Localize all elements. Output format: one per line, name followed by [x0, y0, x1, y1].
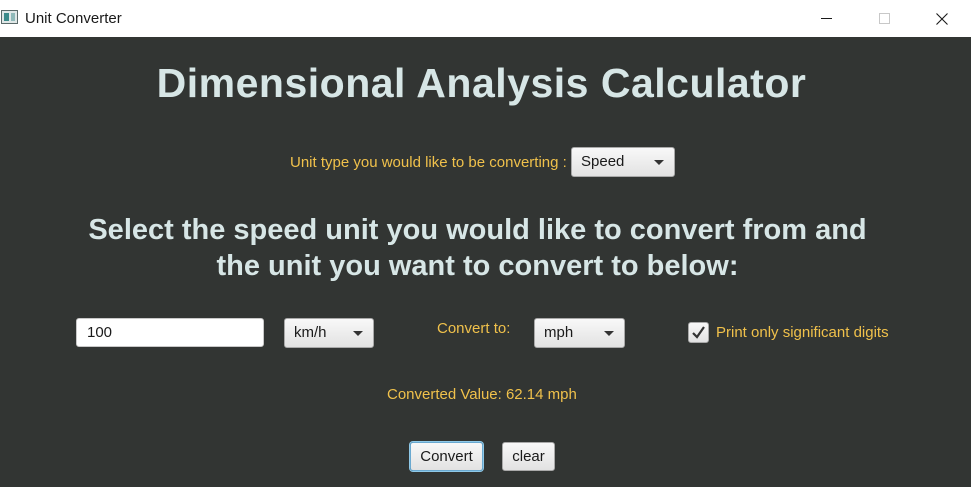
significant-digits-label[interactable]: Print only significant digits — [716, 324, 889, 341]
value-input[interactable]: 100 — [76, 318, 264, 347]
to-unit-selected-value: mph — [544, 324, 574, 341]
chevron-down-icon — [604, 331, 614, 336]
unit-type-label: Unit type you would like to be convertin… — [290, 154, 567, 171]
clear-button[interactable]: clear — [502, 442, 555, 471]
close-button[interactable] — [913, 0, 971, 37]
main-panel: Dimensional Analysis Calculator Unit typ… — [0, 37, 971, 487]
instruction-text: Select the speed unit you would like to … — [0, 212, 955, 284]
unit-type-selected-value: Speed — [581, 153, 625, 170]
convert-button[interactable]: Convert — [410, 442, 483, 471]
close-icon — [936, 12, 948, 25]
maximize-button[interactable] — [855, 0, 913, 37]
app-window-icon — [1, 10, 18, 24]
chevron-down-icon — [353, 331, 363, 336]
converted-value-text: Converted Value: 62.14 mph — [387, 386, 577, 403]
from-unit-select[interactable]: km/h — [284, 318, 374, 348]
minimize-icon — [820, 17, 832, 19]
title-bar: Unit Converter — [0, 0, 971, 37]
checkmark-icon — [692, 326, 705, 339]
chevron-down-icon — [654, 160, 664, 165]
instruction-line-1: Select the speed unit you would like to … — [88, 214, 867, 246]
minimize-button[interactable] — [797, 0, 855, 37]
to-unit-select[interactable]: mph — [534, 318, 625, 348]
instruction-line-2: the unit you want to convert to below: — [216, 250, 739, 282]
from-unit-selected-value: km/h — [294, 324, 327, 341]
window-title: Unit Converter — [25, 10, 122, 27]
significant-digits-checkbox[interactable] — [688, 322, 709, 343]
page-title: Dimensional Analysis Calculator — [156, 60, 807, 106]
convert-to-label: Convert to: — [437, 320, 511, 337]
unit-type-select[interactable]: Speed — [571, 147, 675, 177]
maximize-icon — [878, 13, 890, 24]
